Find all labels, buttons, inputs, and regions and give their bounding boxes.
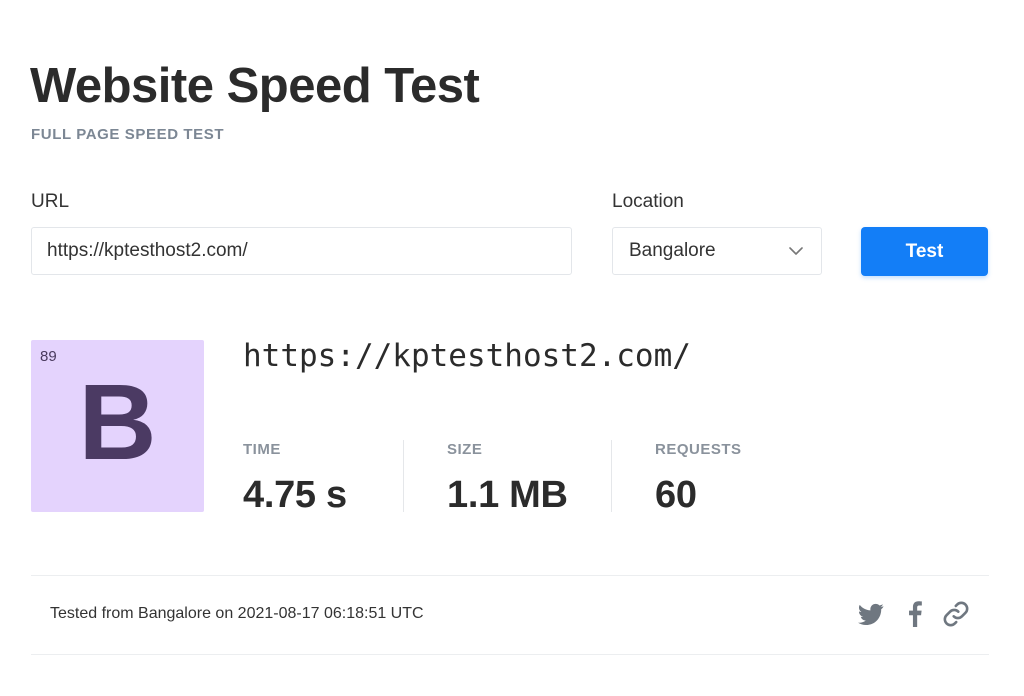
page-subtitle: FULL PAGE SPEED TEST: [31, 126, 225, 143]
grade-letter: B: [78, 361, 157, 482]
facebook-share-button[interactable]: [899, 598, 931, 630]
stat-requests-value: 60: [655, 474, 697, 516]
result-url: https://kptesthost2.com/: [243, 338, 691, 374]
stat-size-value: 1.1 MB: [447, 474, 568, 516]
url-label: URL: [31, 191, 70, 212]
grade-box: 89 B: [31, 340, 204, 512]
url-input[interactable]: [31, 227, 572, 275]
stat-requests-label: REQUESTS: [655, 441, 742, 458]
divider: [31, 654, 989, 655]
page-title: Website Speed Test: [30, 59, 480, 113]
grade-score: 89: [40, 348, 57, 365]
stat-size: SIZE 1.1 MB: [447, 441, 568, 517]
stat-time: TIME 4.75 s: [243, 441, 347, 517]
chevron-down-icon: [789, 247, 803, 255]
twitter-share-button[interactable]: [855, 598, 887, 630]
tested-info: Tested from Bangalore on 2021-08-17 06:1…: [50, 605, 424, 622]
link-icon: [943, 601, 969, 627]
location-select-value: Bangalore: [629, 240, 716, 261]
stat-divider: [403, 440, 404, 512]
copy-link-button[interactable]: [940, 598, 972, 630]
test-button[interactable]: Test: [861, 227, 988, 276]
stat-requests: REQUESTS 60: [655, 441, 742, 517]
stat-divider: [611, 440, 612, 512]
location-select[interactable]: Bangalore: [612, 227, 822, 275]
location-label: Location: [612, 191, 684, 212]
stat-time-value: 4.75 s: [243, 474, 347, 516]
stat-time-label: TIME: [243, 441, 281, 458]
twitter-icon: [857, 603, 884, 626]
stat-size-label: SIZE: [447, 441, 483, 458]
facebook-icon: [909, 601, 922, 627]
divider: [31, 575, 989, 576]
